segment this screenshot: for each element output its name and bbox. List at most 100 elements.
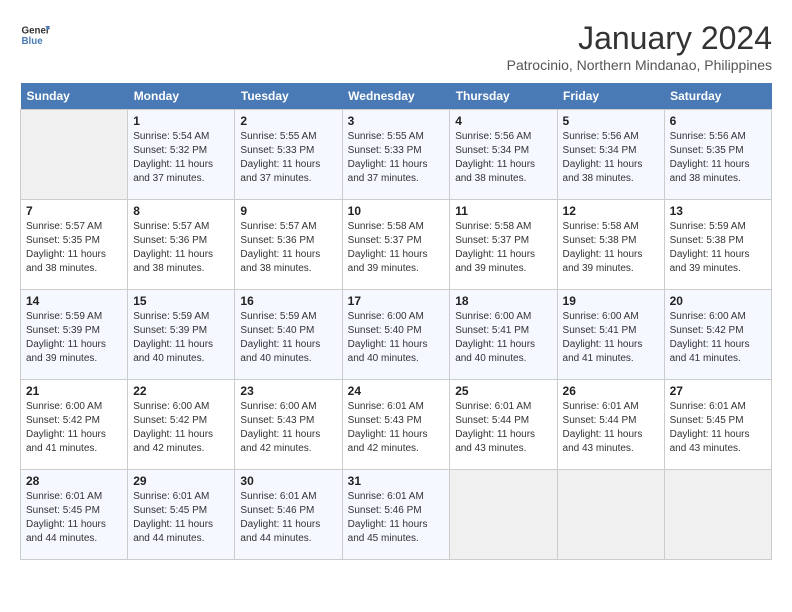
day-info: Sunrise: 5:59 AMSunset: 5:38 PMDaylight:… — [670, 220, 766, 276]
header-sunday: Sunday — [21, 83, 128, 110]
day-number: 19 — [563, 294, 659, 308]
header-tuesday: Tuesday — [235, 83, 342, 110]
day-number: 31 — [348, 474, 445, 488]
calendar-cell: 18 Sunrise: 6:00 AMSunset: 5:41 PMDaylig… — [450, 290, 557, 380]
day-number: 15 — [133, 294, 229, 308]
day-number: 25 — [455, 384, 551, 398]
day-number: 20 — [670, 294, 766, 308]
day-info: Sunrise: 6:00 AMSunset: 5:42 PMDaylight:… — [670, 310, 766, 366]
day-info: Sunrise: 5:59 AMSunset: 5:39 PMDaylight:… — [133, 310, 229, 366]
day-number: 30 — [240, 474, 336, 488]
day-number: 28 — [26, 474, 122, 488]
day-info: Sunrise: 5:55 AMSunset: 5:33 PMDaylight:… — [240, 130, 336, 186]
header-thursday: Thursday — [450, 83, 557, 110]
day-number: 6 — [670, 114, 766, 128]
calendar-body: 1 Sunrise: 5:54 AMSunset: 5:32 PMDayligh… — [21, 110, 772, 560]
calendar-cell — [21, 110, 128, 200]
day-number: 5 — [563, 114, 659, 128]
day-info: Sunrise: 5:56 AMSunset: 5:35 PMDaylight:… — [670, 130, 766, 186]
calendar-cell — [557, 470, 664, 560]
day-number: 27 — [670, 384, 766, 398]
calendar-cell: 14 Sunrise: 5:59 AMSunset: 5:39 PMDaylig… — [21, 290, 128, 380]
day-info: Sunrise: 5:58 AMSunset: 5:38 PMDaylight:… — [563, 220, 659, 276]
calendar-cell: 26 Sunrise: 6:01 AMSunset: 5:44 PMDaylig… — [557, 380, 664, 470]
calendar-cell: 15 Sunrise: 5:59 AMSunset: 5:39 PMDaylig… — [128, 290, 235, 380]
day-number: 12 — [563, 204, 659, 218]
day-info: Sunrise: 5:55 AMSunset: 5:33 PMDaylight:… — [348, 130, 445, 186]
day-info: Sunrise: 6:01 AMSunset: 5:43 PMDaylight:… — [348, 400, 445, 456]
day-number: 24 — [348, 384, 445, 398]
calendar-subtitle: Patrocinio, Northern Mindanao, Philippin… — [507, 57, 772, 73]
day-info: Sunrise: 6:00 AMSunset: 5:41 PMDaylight:… — [563, 310, 659, 366]
day-info: Sunrise: 6:00 AMSunset: 5:41 PMDaylight:… — [455, 310, 551, 366]
day-number: 16 — [240, 294, 336, 308]
header-monday: Monday — [128, 83, 235, 110]
day-number: 13 — [670, 204, 766, 218]
week-row-4: 21 Sunrise: 6:00 AMSunset: 5:42 PMDaylig… — [21, 380, 772, 470]
calendar-cell: 29 Sunrise: 6:01 AMSunset: 5:45 PMDaylig… — [128, 470, 235, 560]
calendar-header: Sunday Monday Tuesday Wednesday Thursday… — [21, 83, 772, 110]
logo-icon: General Blue — [20, 20, 50, 50]
header-row: Sunday Monday Tuesday Wednesday Thursday… — [21, 83, 772, 110]
week-row-3: 14 Sunrise: 5:59 AMSunset: 5:39 PMDaylig… — [21, 290, 772, 380]
day-number: 7 — [26, 204, 122, 218]
day-info: Sunrise: 6:01 AMSunset: 5:46 PMDaylight:… — [348, 490, 445, 546]
calendar-cell: 24 Sunrise: 6:01 AMSunset: 5:43 PMDaylig… — [342, 380, 450, 470]
day-number: 11 — [455, 204, 551, 218]
calendar-cell: 16 Sunrise: 5:59 AMSunset: 5:40 PMDaylig… — [235, 290, 342, 380]
day-number: 23 — [240, 384, 336, 398]
calendar-cell: 9 Sunrise: 5:57 AMSunset: 5:36 PMDayligh… — [235, 200, 342, 290]
week-row-5: 28 Sunrise: 6:01 AMSunset: 5:45 PMDaylig… — [21, 470, 772, 560]
calendar-cell: 25 Sunrise: 6:01 AMSunset: 5:44 PMDaylig… — [450, 380, 557, 470]
calendar-cell: 19 Sunrise: 6:00 AMSunset: 5:41 PMDaylig… — [557, 290, 664, 380]
calendar-cell: 20 Sunrise: 6:00 AMSunset: 5:42 PMDaylig… — [664, 290, 771, 380]
day-info: Sunrise: 5:57 AMSunset: 5:35 PMDaylight:… — [26, 220, 122, 276]
day-info: Sunrise: 6:01 AMSunset: 5:45 PMDaylight:… — [26, 490, 122, 546]
day-info: Sunrise: 6:00 AMSunset: 5:43 PMDaylight:… — [240, 400, 336, 456]
header-saturday: Saturday — [664, 83, 771, 110]
title-section: January 2024 Patrocinio, Northern Mindan… — [507, 20, 772, 73]
day-info: Sunrise: 6:00 AMSunset: 5:42 PMDaylight:… — [133, 400, 229, 456]
day-info: Sunrise: 6:00 AMSunset: 5:40 PMDaylight:… — [348, 310, 445, 366]
day-number: 22 — [133, 384, 229, 398]
calendar-cell: 12 Sunrise: 5:58 AMSunset: 5:38 PMDaylig… — [557, 200, 664, 290]
day-number: 14 — [26, 294, 122, 308]
day-info: Sunrise: 5:58 AMSunset: 5:37 PMDaylight:… — [348, 220, 445, 276]
day-number: 21 — [26, 384, 122, 398]
calendar-cell: 6 Sunrise: 5:56 AMSunset: 5:35 PMDayligh… — [664, 110, 771, 200]
day-number: 18 — [455, 294, 551, 308]
calendar-cell: 1 Sunrise: 5:54 AMSunset: 5:32 PMDayligh… — [128, 110, 235, 200]
calendar-table: Sunday Monday Tuesday Wednesday Thursday… — [20, 83, 772, 560]
header-wednesday: Wednesday — [342, 83, 450, 110]
day-number: 9 — [240, 204, 336, 218]
calendar-cell: 3 Sunrise: 5:55 AMSunset: 5:33 PMDayligh… — [342, 110, 450, 200]
calendar-cell: 13 Sunrise: 5:59 AMSunset: 5:38 PMDaylig… — [664, 200, 771, 290]
day-info: Sunrise: 6:00 AMSunset: 5:42 PMDaylight:… — [26, 400, 122, 456]
day-info: Sunrise: 5:57 AMSunset: 5:36 PMDaylight:… — [133, 220, 229, 276]
logo: General Blue — [20, 20, 50, 50]
calendar-cell: 31 Sunrise: 6:01 AMSunset: 5:46 PMDaylig… — [342, 470, 450, 560]
calendar-cell: 21 Sunrise: 6:00 AMSunset: 5:42 PMDaylig… — [21, 380, 128, 470]
day-info: Sunrise: 6:01 AMSunset: 5:45 PMDaylight:… — [670, 400, 766, 456]
day-info: Sunrise: 5:54 AMSunset: 5:32 PMDaylight:… — [133, 130, 229, 186]
day-info: Sunrise: 5:58 AMSunset: 5:37 PMDaylight:… — [455, 220, 551, 276]
calendar-cell: 22 Sunrise: 6:00 AMSunset: 5:42 PMDaylig… — [128, 380, 235, 470]
calendar-cell — [450, 470, 557, 560]
day-info: Sunrise: 6:01 AMSunset: 5:45 PMDaylight:… — [133, 490, 229, 546]
calendar-cell: 27 Sunrise: 6:01 AMSunset: 5:45 PMDaylig… — [664, 380, 771, 470]
calendar-cell: 17 Sunrise: 6:00 AMSunset: 5:40 PMDaylig… — [342, 290, 450, 380]
day-number: 10 — [348, 204, 445, 218]
day-number: 1 — [133, 114, 229, 128]
calendar-cell: 2 Sunrise: 5:55 AMSunset: 5:33 PMDayligh… — [235, 110, 342, 200]
calendar-cell: 30 Sunrise: 6:01 AMSunset: 5:46 PMDaylig… — [235, 470, 342, 560]
calendar-cell: 11 Sunrise: 5:58 AMSunset: 5:37 PMDaylig… — [450, 200, 557, 290]
week-row-1: 1 Sunrise: 5:54 AMSunset: 5:32 PMDayligh… — [21, 110, 772, 200]
day-number: 26 — [563, 384, 659, 398]
calendar-cell: 8 Sunrise: 5:57 AMSunset: 5:36 PMDayligh… — [128, 200, 235, 290]
week-row-2: 7 Sunrise: 5:57 AMSunset: 5:35 PMDayligh… — [21, 200, 772, 290]
day-info: Sunrise: 6:01 AMSunset: 5:44 PMDaylight:… — [563, 400, 659, 456]
day-info: Sunrise: 5:59 AMSunset: 5:40 PMDaylight:… — [240, 310, 336, 366]
day-info: Sunrise: 5:56 AMSunset: 5:34 PMDaylight:… — [455, 130, 551, 186]
day-info: Sunrise: 5:57 AMSunset: 5:36 PMDaylight:… — [240, 220, 336, 276]
day-number: 2 — [240, 114, 336, 128]
